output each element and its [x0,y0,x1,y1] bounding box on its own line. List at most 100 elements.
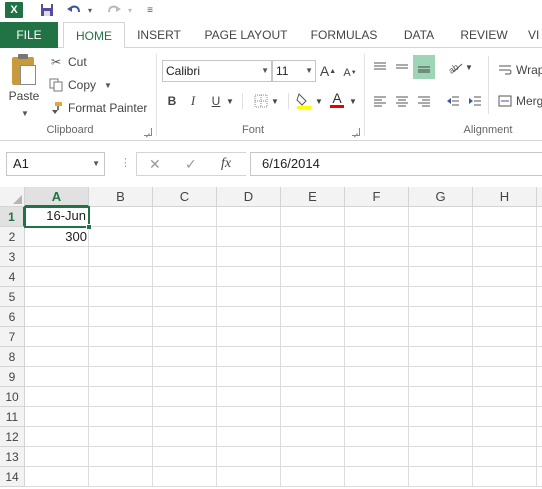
grid-cell[interactable] [281,287,345,307]
grid-cell[interactable] [537,427,542,447]
grid-cell[interactable] [345,207,409,227]
underline-dropdown-icon[interactable]: ▼ [225,91,235,111]
tab-home[interactable]: HOME [63,22,125,49]
grid-cell[interactable] [25,327,89,347]
grid-cell[interactable] [473,427,537,447]
grid-cell[interactable] [537,447,542,467]
tab-page-layout[interactable]: PAGE LAYOUT [200,22,292,48]
paste-button[interactable]: Paste ▼ [6,53,42,121]
grid-cell[interactable] [153,347,217,367]
grid-cell[interactable] [281,387,345,407]
grid-cell[interactable] [25,247,89,267]
undo-icon[interactable] [66,1,82,19]
fill-color-button[interactable] [294,90,314,110]
grid-cell[interactable] [537,467,542,487]
grid-cell[interactable] [473,247,537,267]
grid-cell[interactable] [153,367,217,387]
grid-cell[interactable] [153,247,217,267]
column-header-g[interactable]: G [409,187,473,207]
grid-cell[interactable] [217,427,281,447]
decrease-indent-button[interactable] [444,91,462,111]
grid-cell[interactable] [537,327,542,347]
cancel-icon[interactable]: ✕ [149,156,161,173]
tab-data[interactable]: DATA [396,22,442,48]
grid-cell[interactable] [409,307,473,327]
grid-cell[interactable] [537,347,542,367]
tab-file[interactable]: FILE [0,22,58,48]
cell-a1[interactable]: 16-Jun [24,206,90,228]
grid-cell[interactable] [25,287,89,307]
grid-cell[interactable] [473,307,537,327]
grid-cell[interactable] [537,307,542,327]
grid-cell[interactable] [153,207,217,227]
grid-cell[interactable] [89,447,153,467]
row-header-7[interactable]: 7 [0,327,25,347]
grid-cell[interactable] [281,247,345,267]
grid-cell[interactable] [153,407,217,427]
orientation-dropdown-icon[interactable]: ▼ [464,57,474,77]
grid-cell[interactable] [153,267,217,287]
select-all-button[interactable] [0,187,25,207]
grid-cell[interactable] [217,207,281,227]
grid-cell[interactable] [473,287,537,307]
grid-cell[interactable] [409,387,473,407]
tab-review[interactable]: REVIEW [456,22,512,48]
align-center-button[interactable] [393,91,411,111]
grid-cell[interactable] [217,287,281,307]
font-color-dropdown-icon[interactable]: ▼ [348,91,358,111]
grid-cell[interactable] [89,387,153,407]
cell-a2[interactable]: 300 [25,227,89,247]
grid-cell[interactable] [25,467,89,487]
grid-cell[interactable] [281,267,345,287]
grid-cell[interactable] [281,367,345,387]
grid-cell[interactable] [473,467,537,487]
grid-cell[interactable] [473,227,537,247]
grid-cell[interactable] [25,427,89,447]
grid-cell[interactable] [89,427,153,447]
grid-cell[interactable] [25,367,89,387]
grid-cell[interactable] [89,367,153,387]
underline-button[interactable]: U [208,91,224,111]
grid-cell[interactable] [473,387,537,407]
tab-formulas[interactable]: FORMULAS [306,22,382,48]
grid-cell[interactable] [89,407,153,427]
row-header-13[interactable]: 13 [0,447,25,467]
grid-cell[interactable] [89,327,153,347]
grid-cell[interactable] [409,287,473,307]
cut-button[interactable]: ✂ Cut [48,52,87,72]
formula-bar-grip[interactable]: ⋮ [120,156,131,169]
grid-cell[interactable] [473,447,537,467]
row-header-10[interactable]: 10 [0,387,25,407]
grid-cell[interactable] [89,287,153,307]
grid-cell[interactable] [409,207,473,227]
grid-cell[interactable] [281,327,345,347]
tab-insert[interactable]: INSERT [132,22,186,48]
grid-cell[interactable] [409,267,473,287]
chevron-down-icon[interactable]: ▼ [21,109,29,118]
tab-view[interactable]: VI [528,22,542,48]
column-header-i[interactable] [537,187,542,207]
name-box[interactable]: A1 ▼ [6,152,105,176]
grid-cell[interactable] [25,307,89,327]
grid-cell[interactable] [345,467,409,487]
grid-cell[interactable] [153,387,217,407]
column-header-c[interactable]: C [153,187,217,207]
grid-cell[interactable] [409,447,473,467]
row-header-1[interactable]: 1 [0,207,25,227]
grid-cell[interactable] [153,447,217,467]
grid-cell[interactable] [25,447,89,467]
grid-cell[interactable] [281,227,345,247]
formula-input[interactable]: 6/16/2014 [250,152,542,176]
column-header-b[interactable]: B [89,187,153,207]
grid-cell[interactable] [153,427,217,447]
orientation-button[interactable]: ab [446,57,464,77]
grid-cell[interactable] [345,367,409,387]
shrink-font-button[interactable]: A ▼ [342,63,358,83]
grid-cell[interactable] [217,347,281,367]
grid-cell[interactable] [153,307,217,327]
grid-cell[interactable] [281,407,345,427]
increase-indent-button[interactable] [466,91,484,111]
font-name-dropdown[interactable]: Calibri ▼ [162,60,272,82]
row-header-9[interactable]: 9 [0,367,25,387]
grid-cell[interactable] [89,347,153,367]
